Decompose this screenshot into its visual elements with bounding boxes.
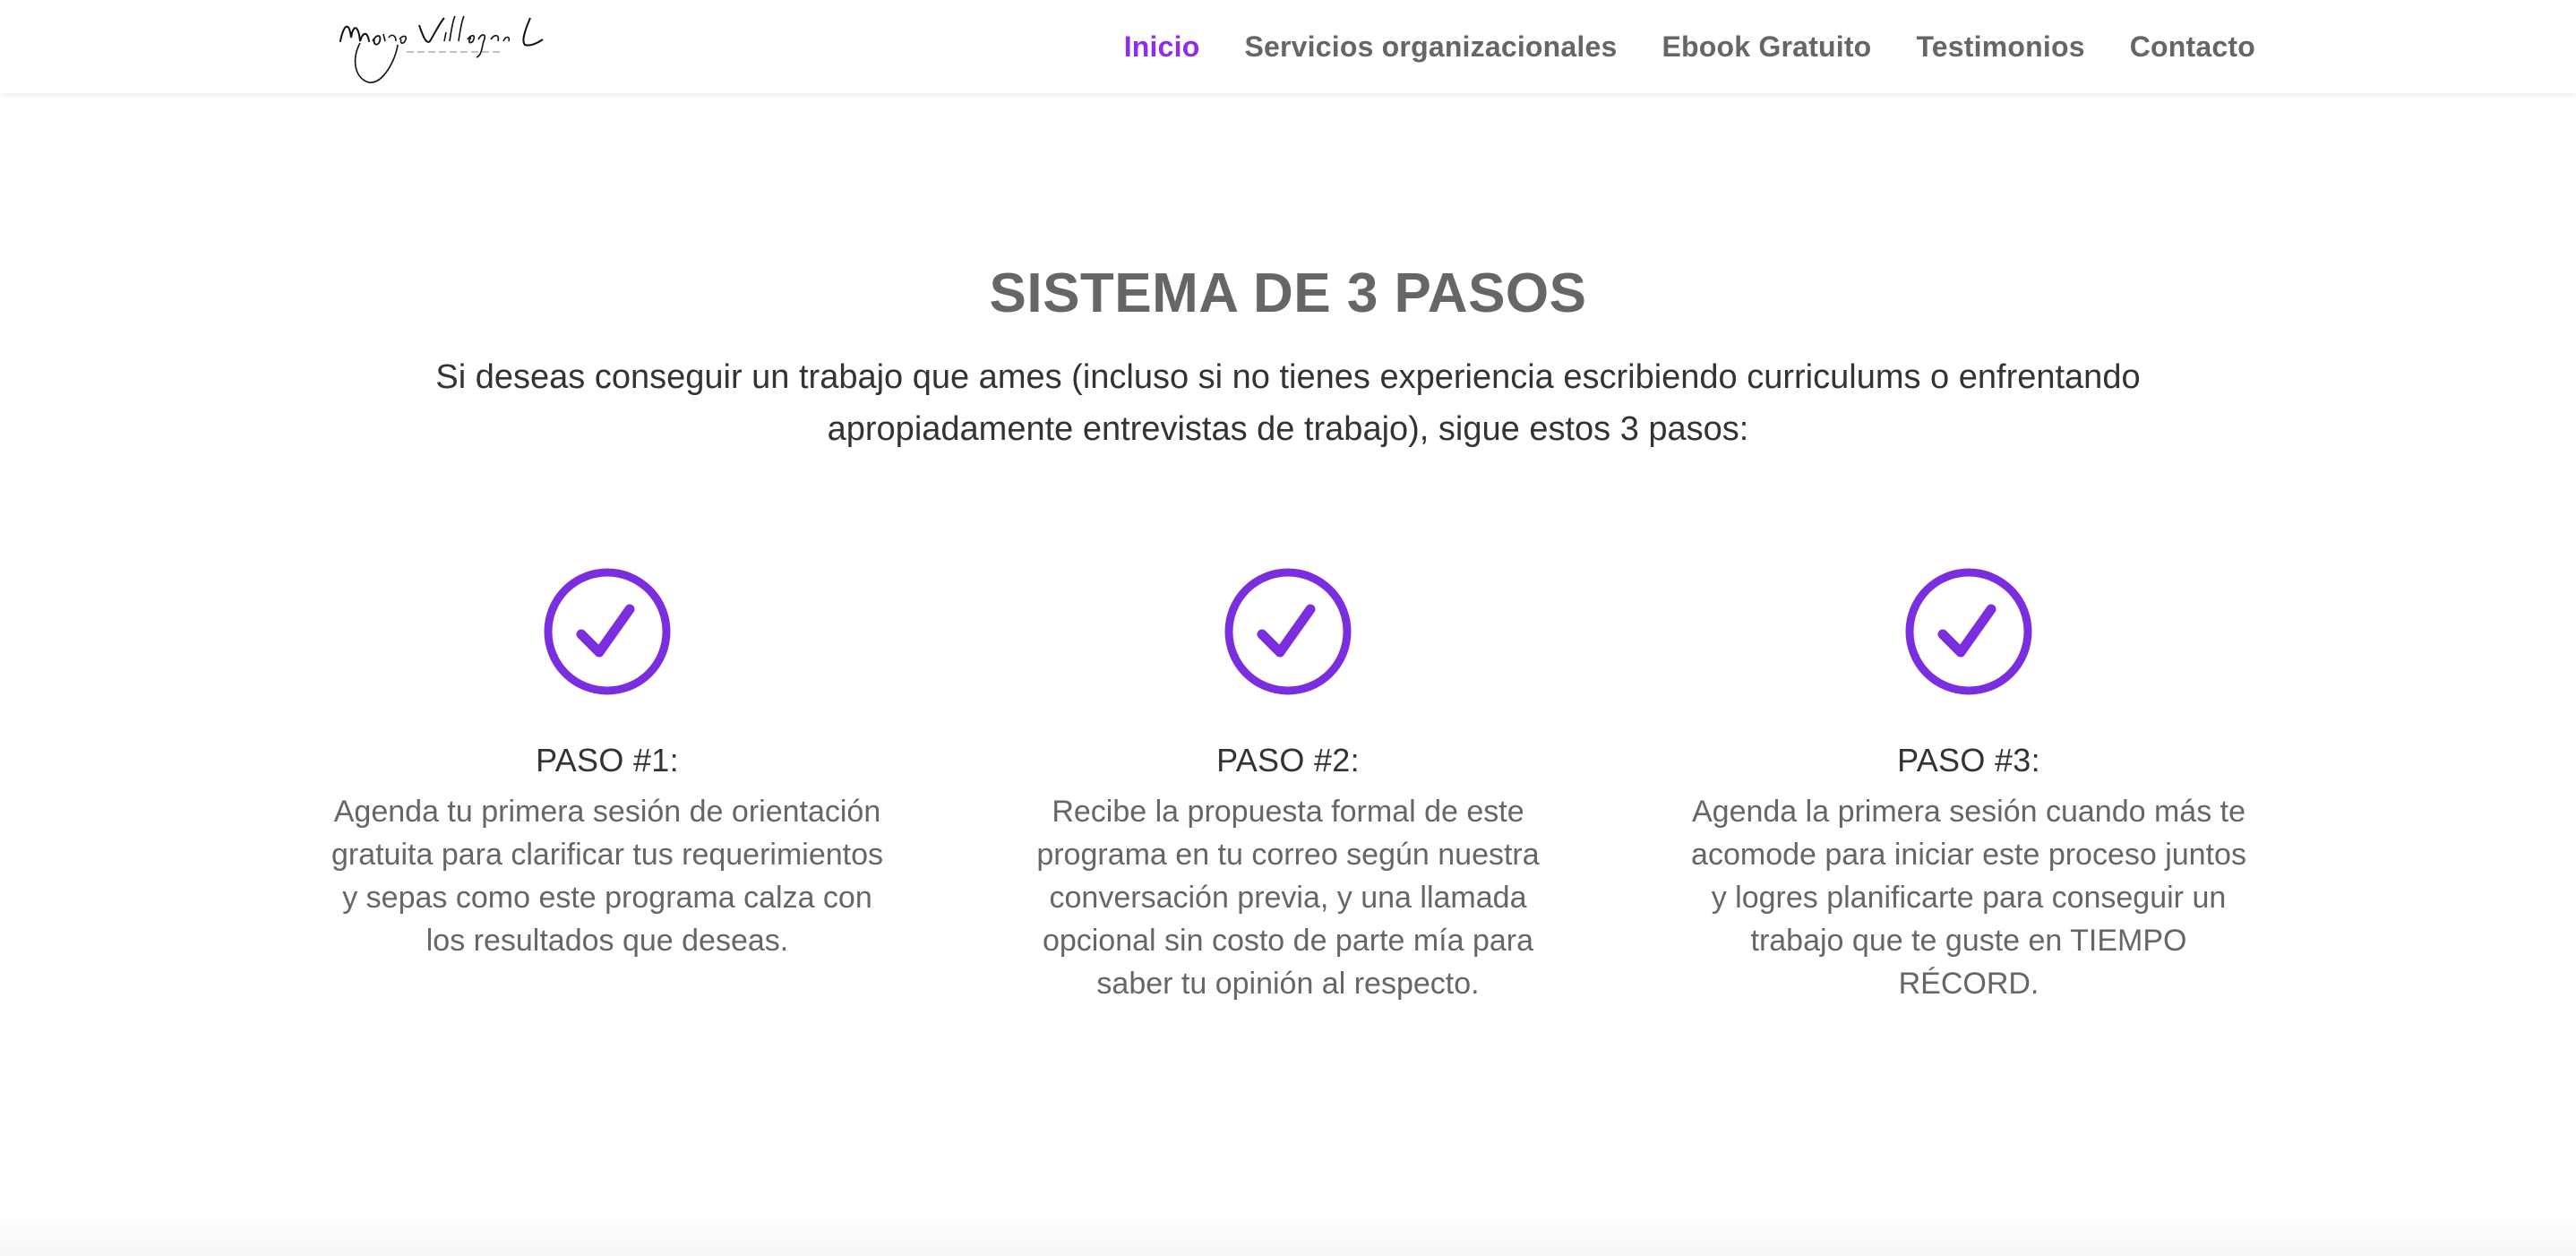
step-2: PASO #2: Recibe la propuesta formal de e… [983, 568, 1593, 1005]
nav-item-inicio[interactable]: Inicio [1124, 30, 1200, 64]
step-description: Agenda la primera sesión cuando más te a… [1691, 795, 2246, 1001]
section-divider-shadow [0, 1215, 2576, 1256]
nav-item-testimonios[interactable]: Testimonios [1916, 30, 2084, 64]
nav-item-servicios[interactable]: Servicios organizacionales [1244, 30, 1617, 64]
step-3: PASO #3: Agenda la primera sesión cuando… [1664, 568, 2273, 1005]
step-description: Agenda tu primera sesión de orientación … [331, 795, 884, 958]
check-circle-icon [1224, 568, 1352, 695]
step-title: PASO #2: [1216, 742, 1360, 779]
nav-item-contacto[interactable]: Contacto [2130, 30, 2255, 64]
check-circle-icon [544, 568, 671, 695]
main-nav: Inicio Servicios organizacionales Ebook … [1124, 0, 2255, 93]
check-circle-icon [1905, 568, 2032, 695]
step-title: PASO #3: [1897, 742, 2040, 779]
site-logo[interactable] [333, 5, 548, 91]
steps-section: SISTEMA DE 3 PASOS Si deseas conseguir u… [0, 93, 2576, 1256]
step-title: PASO #1: [536, 742, 679, 779]
step-description: Recibe la propuesta formal de este progr… [1036, 795, 1540, 1001]
step-1: PASO #1: Agenda tu primera sesión de ori… [303, 568, 912, 1005]
site-header: Inicio Servicios organizacionales Ebook … [0, 0, 2576, 93]
section-intro: Si deseas conseguir un trabajo que ames … [435, 358, 2141, 448]
steps-row: PASO #1: Agenda tu primera sesión de ori… [303, 568, 2273, 1005]
nav-item-ebook[interactable]: Ebook Gratuito [1662, 30, 1872, 64]
section-title: SISTEMA DE 3 PASOS [989, 262, 1587, 324]
signature-logo-icon [339, 15, 544, 83]
